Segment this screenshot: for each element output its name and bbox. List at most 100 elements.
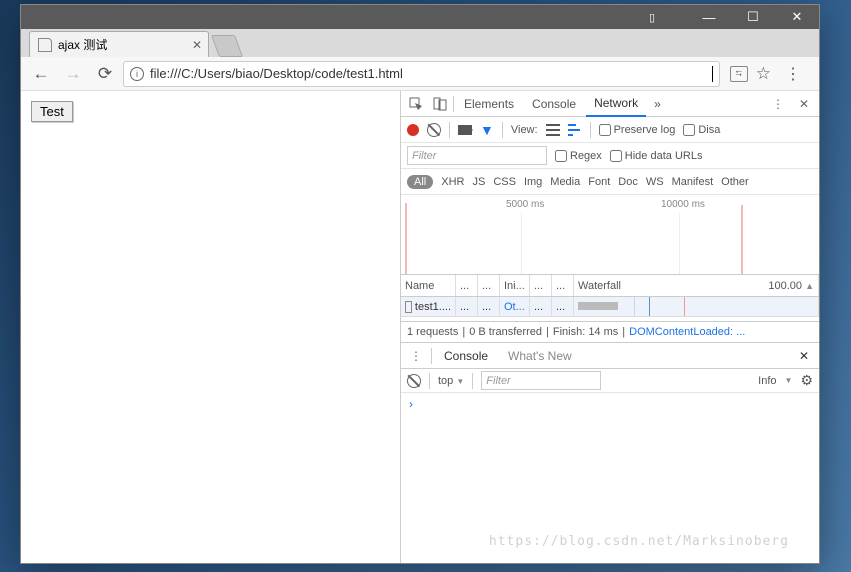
waterfall-view-icon[interactable] bbox=[568, 124, 582, 136]
type-css[interactable]: CSS bbox=[493, 176, 516, 188]
network-filter-input[interactable] bbox=[407, 146, 547, 165]
url-text: file:///C:/Users/biao/Desktop/code/test1… bbox=[150, 66, 403, 81]
site-info-icon[interactable]: i bbox=[130, 67, 144, 81]
cell-type: ... bbox=[478, 297, 500, 316]
context-selector[interactable]: top ▼ bbox=[438, 375, 464, 387]
content-area: Test Elements Console Network » ⋮ ✕ bbox=[21, 91, 819, 563]
drawer-menu[interactable]: ⋮ bbox=[405, 345, 427, 367]
address-bar[interactable]: i file:///C:/Users/biao/Desktop/code/tes… bbox=[123, 61, 720, 87]
browser-menu-button[interactable]: ⋮ bbox=[779, 64, 807, 84]
new-tab-button[interactable] bbox=[211, 35, 243, 57]
type-js[interactable]: JS bbox=[472, 176, 485, 188]
tab-strip: ajax 测试 ✕ bbox=[21, 29, 819, 57]
filter-row: Regex Hide data URLs bbox=[401, 143, 819, 169]
gridline bbox=[679, 213, 680, 274]
type-ws[interactable]: WS bbox=[646, 176, 664, 188]
screenshot-icon[interactable] bbox=[458, 125, 472, 135]
type-all[interactable]: All bbox=[407, 175, 433, 189]
type-manifest[interactable]: Manifest bbox=[672, 176, 714, 188]
network-request-row[interactable]: test1.... ... ... Ot... ... ... bbox=[401, 297, 819, 317]
separator bbox=[453, 96, 454, 112]
summary-dcl: DOMContentLoaded: ... bbox=[629, 326, 745, 338]
separator bbox=[502, 122, 503, 138]
disable-cache-checkbox[interactable]: Disa bbox=[683, 124, 720, 136]
console-settings-icon[interactable]: ⚙ bbox=[800, 372, 813, 389]
test-button[interactable]: Test bbox=[31, 101, 73, 122]
preserve-log-checkbox[interactable]: Preserve log bbox=[599, 124, 676, 136]
cell-initiator[interactable]: Ot... bbox=[500, 297, 530, 316]
page-icon bbox=[38, 38, 52, 52]
regex-checkbox[interactable]: Regex bbox=[555, 150, 602, 162]
filter-toggle-icon[interactable]: ▼ bbox=[480, 122, 494, 138]
tab-elements[interactable]: Elements bbox=[456, 91, 522, 117]
console-prompt: › bbox=[409, 397, 413, 411]
drawer-tab-whatsnew[interactable]: What's New bbox=[500, 343, 580, 369]
profile-button[interactable]: ▯ bbox=[637, 5, 667, 29]
tab-console[interactable]: Console bbox=[524, 91, 584, 117]
col-status[interactable]: ... bbox=[456, 275, 478, 296]
window-titlebar: ▯ — ☐ ✕ bbox=[21, 5, 819, 29]
profile-icon: ▯ bbox=[649, 11, 655, 24]
devtools-menu[interactable]: ⋮ bbox=[767, 93, 789, 115]
log-level-selector[interactable]: Info bbox=[758, 375, 776, 387]
console-toolbar: top ▼ Info ▼ ⚙ bbox=[401, 369, 819, 393]
waterfall-cell bbox=[574, 297, 819, 316]
timing-bar bbox=[578, 302, 618, 310]
type-other[interactable]: Other bbox=[721, 176, 749, 188]
type-doc[interactable]: Doc bbox=[618, 176, 638, 188]
network-table-header: Name ... ... Ini... ... ... Waterfall 10… bbox=[401, 275, 819, 297]
type-media[interactable]: Media bbox=[550, 176, 580, 188]
load-marker bbox=[405, 203, 407, 274]
type-img[interactable]: Img bbox=[524, 176, 542, 188]
timeline-overview[interactable]: 5000 ms 10000 ms bbox=[401, 195, 819, 275]
drawer-close[interactable]: ✕ bbox=[793, 349, 815, 363]
separator bbox=[429, 373, 430, 389]
separator bbox=[449, 122, 450, 138]
wf-dcl-marker bbox=[649, 297, 650, 316]
toolbar-right: ⮀ ☆ ⋮ bbox=[724, 64, 813, 84]
timeline-tick: 5000 ms bbox=[506, 199, 544, 210]
browser-window: ▯ — ☐ ✕ ajax 测试 ✕ ← → ⟳ i file:///C:/Use… bbox=[20, 4, 820, 564]
inspect-element-icon[interactable] bbox=[405, 93, 427, 115]
network-summary: 1 requests | 0 B transferred | Finish: 1… bbox=[401, 321, 819, 343]
cell-status: ... bbox=[456, 297, 478, 316]
text-cursor bbox=[712, 66, 713, 82]
hide-data-urls-checkbox[interactable]: Hide data URLs bbox=[610, 150, 703, 162]
type-font[interactable]: Font bbox=[588, 176, 610, 188]
translate-icon[interactable]: ⮀ bbox=[730, 66, 748, 82]
device-toggle-icon[interactable] bbox=[429, 93, 451, 115]
chevron-down-icon: ▼ bbox=[456, 377, 464, 386]
close-window-button[interactable]: ✕ bbox=[775, 5, 819, 29]
tab-network[interactable]: Network bbox=[586, 91, 646, 117]
maximize-button[interactable]: ☐ bbox=[731, 5, 775, 29]
large-rows-icon[interactable] bbox=[546, 124, 560, 136]
event-marker bbox=[741, 205, 743, 274]
tabs-overflow[interactable]: » bbox=[648, 97, 667, 111]
sort-arrow-icon: ▲ bbox=[805, 281, 814, 291]
tab-close-button[interactable]: ✕ bbox=[192, 38, 202, 52]
col-size[interactable]: ... bbox=[530, 275, 552, 296]
watermark-text: https://blog.csdn.net/Marksinoberg bbox=[489, 534, 789, 549]
forward-button[interactable]: → bbox=[59, 60, 87, 88]
timeline-tick: 10000 ms bbox=[661, 199, 705, 210]
drawer-tabs: ⋮ Console What's New ✕ bbox=[401, 343, 819, 369]
type-xhr[interactable]: XHR bbox=[441, 176, 464, 188]
console-clear-button[interactable] bbox=[407, 374, 421, 388]
summary-requests: 1 requests bbox=[407, 326, 458, 338]
back-button[interactable]: ← bbox=[27, 60, 55, 88]
col-time[interactable]: ... bbox=[552, 275, 574, 296]
browser-tab[interactable]: ajax 测试 ✕ bbox=[29, 31, 209, 57]
devtools-panel: Elements Console Network » ⋮ ✕ ▼ View: bbox=[401, 91, 819, 563]
drawer-tab-console[interactable]: Console bbox=[436, 343, 496, 369]
bookmark-star-icon[interactable]: ☆ bbox=[756, 64, 771, 84]
record-button[interactable] bbox=[407, 124, 419, 136]
reload-button[interactable]: ⟳ bbox=[91, 60, 119, 88]
devtools-close[interactable]: ✕ bbox=[793, 93, 815, 115]
col-name[interactable]: Name bbox=[401, 275, 456, 296]
col-initiator[interactable]: Ini... bbox=[500, 275, 530, 296]
col-type[interactable]: ... bbox=[478, 275, 500, 296]
clear-button[interactable] bbox=[427, 123, 441, 137]
col-waterfall[interactable]: Waterfall 100.00 ▲ bbox=[574, 275, 819, 296]
minimize-button[interactable]: — bbox=[687, 5, 731, 29]
console-filter-input[interactable] bbox=[481, 371, 601, 390]
